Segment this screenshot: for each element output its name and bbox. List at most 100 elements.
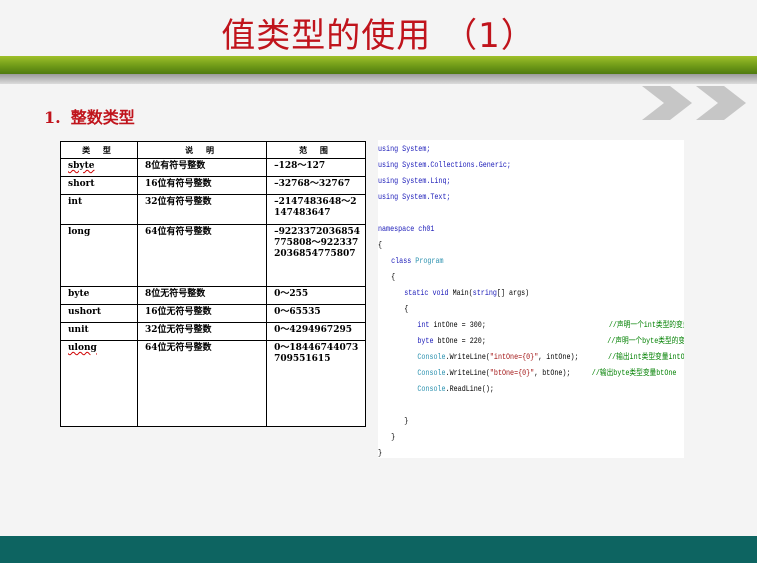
code-token: using System.Collections.Generic; <box>378 161 511 170</box>
code-panel: using System; using System.Collections.G… <box>378 140 684 458</box>
code-token: { <box>391 273 396 282</box>
code-token: , intOne); <box>538 353 579 362</box>
code-token: using System.Text; <box>378 193 451 202</box>
code-line: using System.Collections.Generic; <box>378 158 629 174</box>
range-cell: –32768～32767 <box>266 176 366 195</box>
description-cell: 32位有符号整数 <box>137 194 268 225</box>
code-token: using System; <box>378 145 431 154</box>
type-cell: long <box>59 224 139 287</box>
code-token: } <box>391 433 396 442</box>
code-token: [] args) <box>496 289 530 298</box>
section-number: 1. <box>44 108 61 127</box>
code-line: int intOne = 300; //声明一个int类型的变量intOne <box>378 318 684 334</box>
code-token: .WriteLine( <box>445 369 490 378</box>
range-cell: –9223372036854775808～9223372036854775807 <box>266 224 366 287</box>
code-line: Console.ReadLine(); <box>378 382 629 398</box>
code-token: ch01 <box>414 225 435 234</box>
footer-band <box>0 536 757 563</box>
code-line: } <box>378 446 629 458</box>
table-row: unit 32位无符号整数 0～4294967295 <box>59 322 366 341</box>
code-token: Console <box>417 353 446 362</box>
chevron-arrows-icon <box>642 86 746 120</box>
code-token: , btOne); <box>534 369 571 378</box>
description-cell: 16位无符号整数 <box>137 304 268 323</box>
table-row: short 16位有符号整数 –32768～32767 <box>59 176 366 195</box>
description-cell: 64位无符号整数 <box>137 340 268 427</box>
description-cell: 64位有符号整数 <box>137 224 268 287</box>
code-token: Console <box>417 385 446 394</box>
code-line: namespace ch01 <box>378 222 629 238</box>
code-line: { <box>378 270 629 286</box>
table-row: long 64位有符号整数 –9223372036854775808～92233… <box>59 224 366 287</box>
type-cell: ulong <box>59 340 139 427</box>
code-token: //声明一个byte类型的变量btOne <box>607 337 684 346</box>
description-cell: 16位有符号整数 <box>137 176 268 195</box>
table-row: int 32位有符号整数 –2147483648～2147483647 <box>59 194 366 225</box>
slide-title: 值类型的使用 （1） <box>221 16 536 56</box>
code-token: "intOne={0}" <box>489 353 539 362</box>
column-header-description: 说 明 <box>137 141 268 159</box>
range-cell: 0～18446744073709551615 <box>266 340 366 427</box>
section-heading: 1. 整数类型 <box>44 104 135 128</box>
table-row: ulong 64位无符号整数 0～18446744073709551615 <box>59 340 366 427</box>
code-line: using System; <box>378 142 629 158</box>
range-cell: 0～4294967295 <box>266 322 366 341</box>
column-header-type: 类 型 <box>59 141 139 159</box>
code-token: //声明一个int类型的变量intOne <box>608 321 684 330</box>
code-line: } <box>378 430 629 446</box>
code-token: .WriteLine( <box>445 353 490 362</box>
code-line: static void Main(string[] args) <box>378 286 629 302</box>
range-cell: 0～65535 <box>266 304 366 323</box>
code-token: { <box>378 241 383 250</box>
code-token: "btOne={0}" <box>489 369 535 378</box>
table-row: byte 8位无符号整数 0～255 <box>59 286 366 305</box>
code-line: class Program <box>378 254 629 270</box>
chevron-left-shape <box>642 86 692 120</box>
type-cell: short <box>59 176 139 195</box>
code-line: using System.Linq; <box>378 174 629 190</box>
code-line: byte btOne = 220; //声明一个byte类型的变量btOne <box>378 334 684 350</box>
code-token: int <box>417 321 430 330</box>
table-row: sbyte 8位有符号整数 –128～127 <box>59 158 366 177</box>
range-cell: –2147483648～2147483647 <box>266 194 366 225</box>
column-header-range: 范 围 <box>266 141 366 159</box>
code-token: namespace <box>378 225 415 234</box>
code-token: class <box>391 257 412 266</box>
code-token: //输出int类型变量intOne <box>608 353 684 362</box>
code-line: } <box>378 414 629 430</box>
code-token: .ReadLine(); <box>445 385 494 394</box>
code-token: void <box>428 289 449 298</box>
type-cell: sbyte <box>59 158 139 177</box>
range-cell: –128～127 <box>266 158 366 177</box>
integer-types-table: 类 型 说 明 范 围 sbyte 8位有符号整数 –128～127 short… <box>59 141 366 427</box>
type-cell: unit <box>59 322 139 341</box>
code-token: intOne = 300; <box>429 321 486 330</box>
type-cell: byte <box>59 286 139 305</box>
type-cell: ushort <box>59 304 139 323</box>
type-name: sbyte <box>68 161 95 171</box>
code-token: Main( <box>448 289 473 298</box>
range-cell: 0～255 <box>266 286 366 305</box>
title-band <box>0 56 757 74</box>
code-token: btOne = 220; <box>433 337 486 346</box>
code-token: } <box>404 417 409 426</box>
code-token: Console <box>417 369 446 378</box>
code-token: { <box>404 305 409 314</box>
table-header-row: 类 型 说 明 范 围 <box>59 141 366 159</box>
code-token: string <box>472 289 497 298</box>
code-line: { <box>378 302 629 318</box>
code-line: using System.Text; <box>378 190 629 206</box>
description-cell: 8位无符号整数 <box>137 286 268 305</box>
code-token: //输出byte类型变量btOne <box>591 369 677 378</box>
code-token: using System.Linq; <box>378 177 451 186</box>
description-cell: 8位有符号整数 <box>137 158 268 177</box>
code-token: static <box>404 289 429 298</box>
section-heading-text: 整数类型 <box>70 108 135 127</box>
type-cell: int <box>59 194 139 225</box>
code-token: byte <box>417 337 434 346</box>
chevron-right-shape <box>696 86 746 120</box>
title-shadow <box>0 74 757 84</box>
code-line: Console.WriteLine("intOne={0}", intOne);… <box>378 350 684 366</box>
